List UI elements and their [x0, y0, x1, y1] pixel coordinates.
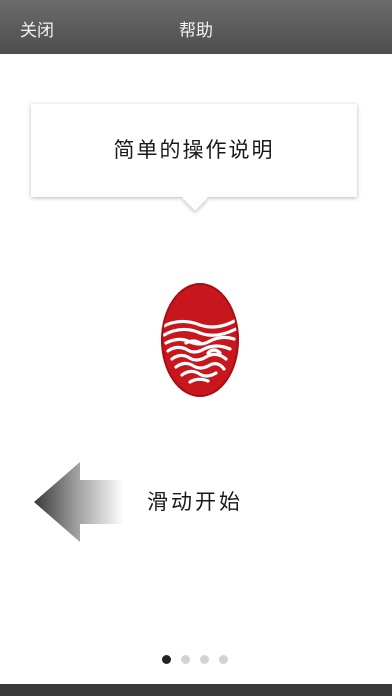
arrow-left-icon — [34, 462, 124, 542]
bottom-bar — [0, 684, 392, 696]
top-navbar: 关闭 帮助 — [0, 0, 392, 54]
page-dot-3[interactable] — [200, 655, 209, 664]
swipe-hint-label: 滑动开始 — [147, 490, 243, 514]
fingerprint-seal-icon — [161, 283, 239, 397]
page-dot-4[interactable] — [219, 655, 228, 664]
page-dot-2[interactable] — [181, 655, 190, 664]
instruction-text: 简单的操作说明 — [113, 138, 275, 162]
page-title: 帮助 — [179, 21, 213, 41]
page-indicator — [162, 655, 228, 664]
page-dot-1[interactable] — [162, 655, 171, 664]
